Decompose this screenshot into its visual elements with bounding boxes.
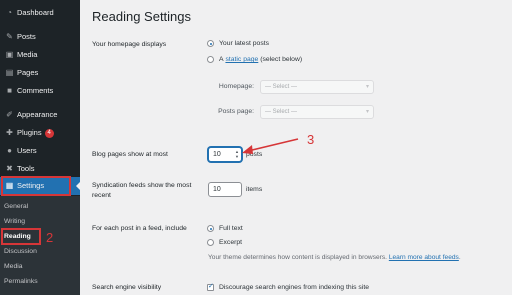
submenu-permalinks[interactable]: Permalinks [4, 278, 38, 285]
syndication-count-input[interactable]: 10 [208, 182, 242, 197]
submenu-discussion[interactable]: Discussion [4, 248, 37, 255]
excerpt-option[interactable]: Excerpt [207, 239, 242, 246]
chevron-down-icon: ▾ [365, 84, 369, 90]
menu-label-text: Plugins [17, 128, 42, 137]
homepage-select-label: Homepage: [218, 83, 254, 90]
discourage-search-label: Discourage search engines from indexing … [219, 284, 369, 291]
chevron-down-icon: ▾ [365, 109, 369, 115]
blog-pages-label: Blog pages show at most [92, 151, 168, 158]
menu-dashboard[interactable]: ◔ Dashboard [0, 4, 80, 22]
menu-label: Dashboard [17, 8, 54, 17]
menu-plugins[interactable]: ✚ Plugins 4 [0, 124, 80, 142]
current-menu-arrow [76, 181, 81, 191]
plug-icon: ✚ [6, 128, 13, 137]
media-icon: ▣ [5, 50, 14, 59]
pin-icon: ✎ [6, 32, 13, 41]
feed-desc-text: Your theme determines how content is dis… [208, 254, 387, 261]
wrench-icon: ✖ [6, 164, 13, 173]
syndication-count-value: 10 [213, 186, 221, 193]
posts-per-page-input[interactable]: 10 ▲ ▼ [208, 147, 242, 162]
user-icon: ● [7, 146, 12, 155]
spinner-arrows-icon[interactable]: ▲ ▼ [235, 149, 239, 159]
annotation-box-reading [1, 228, 41, 245]
annotation-arrow-icon [242, 138, 299, 154]
menu-label: Appearance [17, 110, 58, 119]
admin-sidebar: ◔ Dashboard ✎ Posts ▣ Media ▤ Pages ■ Co… [0, 0, 81, 295]
full-text-radio[interactable] [207, 225, 214, 232]
static-page-link[interactable]: static page [225, 56, 258, 63]
annotation-number-2: 2 [46, 230, 54, 245]
full-text-label: Full text [219, 225, 243, 232]
static-page-radio[interactable] [207, 56, 214, 63]
annotation-box-settings [1, 176, 71, 196]
homepage-displays-label: Your homepage displays [92, 41, 167, 48]
static-suffix: (select below) [260, 56, 303, 63]
syndication-label: Syndication feeds show the most recent [92, 182, 192, 199]
excerpt-radio[interactable] [207, 239, 214, 246]
homepage-select[interactable]: — Select — ▾ [260, 80, 374, 94]
feed-desc-period: . [458, 254, 461, 261]
latest-posts-radio[interactable] [207, 40, 214, 47]
menu-media[interactable]: ▣ Media [0, 46, 80, 64]
dashboard-icon: ◔ [7, 8, 12, 17]
latest-posts-option[interactable]: Your latest posts [207, 40, 269, 47]
settings-submenu: General Writing Reading Discussion Media… [0, 196, 80, 295]
feed-description: Your theme determines how content is dis… [208, 254, 461, 261]
menu-label: Tools [17, 164, 35, 173]
menu-users[interactable]: ● Users [0, 142, 80, 160]
menu-label: Posts [17, 32, 36, 41]
posts-per-page-value: 10 [213, 151, 221, 158]
menu-pages[interactable]: ▤ Pages [0, 64, 80, 82]
latest-posts-label: Your latest posts [219, 40, 270, 47]
excerpt-label: Excerpt [219, 239, 243, 246]
menu-label: Pages [17, 68, 39, 77]
comments-icon: ■ [7, 86, 12, 95]
page-title: Reading Settings [92, 9, 192, 24]
menu-label: Users [17, 146, 37, 155]
menu-appearance[interactable]: ✐ Appearance [0, 106, 80, 124]
posts-page-select-label: Posts page: [218, 108, 254, 115]
menu-label: Plugins 4 [17, 128, 54, 138]
menu-label: Comments [17, 86, 54, 95]
menu-comments[interactable]: ■ Comments [0, 82, 80, 100]
posts-page-select[interactable]: — Select — ▾ [260, 105, 374, 119]
annotation-number-3: 3 [307, 132, 315, 147]
menu-label: Media [17, 50, 38, 59]
items-suffix: items [246, 186, 263, 193]
submenu-writing[interactable]: Writing [4, 218, 25, 225]
search-visibility-label: Search engine visibility [92, 284, 162, 291]
static-prefix: A [219, 56, 224, 63]
discourage-search-checkbox[interactable] [207, 282, 214, 291]
submenu-media[interactable]: Media [4, 263, 23, 270]
menu-posts[interactable]: ✎ Posts [0, 28, 80, 46]
brush-icon: ✐ [6, 110, 13, 119]
discourage-search-option[interactable]: Discourage search engines from indexing … [207, 282, 369, 291]
posts-page-select-value: — Select — [265, 109, 298, 115]
homepage-select-value: — Select — [265, 84, 298, 90]
pages-icon: ▤ [5, 68, 14, 77]
learn-more-feeds-link[interactable]: Learn more about feeds [389, 254, 459, 261]
static-page-option[interactable]: A static page (select below) [207, 56, 302, 63]
submenu-general[interactable]: General [4, 203, 28, 210]
feed-content-label: For each post in a feed, include [92, 225, 187, 232]
update-count-badge: 4 [44, 129, 54, 138]
full-text-option[interactable]: Full text [207, 225, 243, 232]
